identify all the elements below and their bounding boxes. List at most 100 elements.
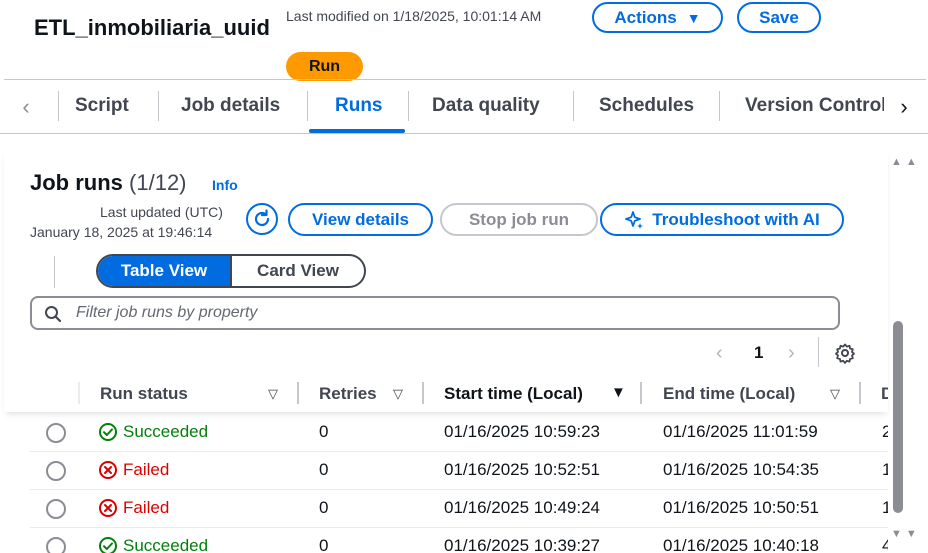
- chevron-right-icon[interactable]: ›: [894, 94, 914, 120]
- run-button[interactable]: Run: [286, 52, 363, 81]
- status-text: Succeeded: [123, 422, 209, 441]
- tab-script[interactable]: Script: [75, 95, 129, 117]
- retries-cell: 0: [319, 498, 329, 517]
- card-view-button[interactable]: Card View: [232, 256, 364, 286]
- status-badge: Succeeded: [98, 422, 208, 442]
- status-badge: Failed: [98, 460, 169, 480]
- search-icon: [45, 306, 62, 323]
- end-time-cell: 01/16/2025 10:54:35: [663, 460, 819, 479]
- x-circle-icon: [99, 499, 117, 517]
- column-divider: [422, 382, 424, 404]
- job-runs-panel: Job runs (1/12) Info Last updated (UTC) …: [4, 150, 888, 412]
- sort-caret-icon[interactable]: ▽: [830, 386, 840, 402]
- start-time-cell: 01/16/2025 10:59:23: [444, 422, 600, 441]
- chevron-left-icon[interactable]: ‹: [716, 342, 723, 365]
- tab-job-details[interactable]: Job details: [181, 95, 280, 117]
- status-badge: Succeeded: [98, 536, 208, 553]
- row-radio[interactable]: [46, 499, 66, 519]
- retries-cell: 0: [319, 460, 329, 479]
- table-row[interactable]: Failed 0 01/16/2025 10:49:24 01/16/2025 …: [30, 490, 888, 528]
- end-time-cell: 01/16/2025 10:40:18: [663, 536, 819, 553]
- column-header-run-status[interactable]: Run status: [100, 384, 188, 404]
- active-tab-indicator: [309, 129, 405, 133]
- tab-divider: [58, 91, 59, 121]
- troubleshoot-ai-button[interactable]: Troubleshoot with AI: [600, 203, 844, 236]
- scrollbar-thumb[interactable]: [893, 321, 903, 513]
- scroll-down-icon[interactable]: ▼▼: [891, 528, 921, 540]
- column-header-duration[interactable]: D: [881, 384, 888, 404]
- filter-box: [30, 296, 840, 330]
- end-time-cell: 01/16/2025 10:50:51: [663, 498, 819, 517]
- table-row[interactable]: Failed 0 01/16/2025 10:52:51 01/16/2025 …: [30, 452, 888, 490]
- run-count: (1/12): [129, 170, 187, 195]
- duration-cell: 1: [882, 460, 888, 479]
- retries-cell: 0: [319, 536, 329, 553]
- column-divider: [640, 382, 642, 404]
- column-header-start-time[interactable]: Start time (Local): [444, 384, 583, 404]
- scroll-up-icon[interactable]: ▲▲: [891, 156, 921, 168]
- sort-caret-icon[interactable]: ▽: [268, 386, 278, 402]
- status-text: Succeeded: [123, 536, 209, 553]
- view-details-button[interactable]: View details: [288, 203, 433, 236]
- end-time-cell: 01/16/2025 11:01:59: [663, 422, 818, 441]
- column-header-end-time[interactable]: End time (Local): [663, 384, 795, 404]
- table-row[interactable]: Succeeded 0 01/16/2025 10:59:23 01/16/20…: [30, 414, 888, 452]
- save-button[interactable]: Save: [737, 2, 821, 33]
- chevron-right-icon[interactable]: ›: [788, 342, 795, 365]
- start-time-cell: 01/16/2025 10:52:51: [444, 460, 600, 479]
- stop-job-run-button[interactable]: Stop job run: [440, 203, 598, 236]
- actions-button-label: Actions: [614, 7, 677, 27]
- tab-data-quality[interactable]: Data quality: [432, 95, 540, 117]
- column-header-retries[interactable]: Retries: [319, 384, 377, 404]
- last-modified-text: Last modified on 1/18/2025, 10:01:14 AM: [286, 8, 542, 24]
- pager-divider: [818, 337, 819, 367]
- column-divider: [297, 382, 299, 404]
- tab-divider: [307, 91, 308, 121]
- tab-divider: [719, 91, 720, 121]
- status-badge: Failed: [98, 498, 169, 518]
- refresh-button[interactable]: [246, 203, 278, 235]
- tab-divider: [573, 91, 574, 121]
- panel-title-text: Job runs: [30, 170, 123, 195]
- row-radio[interactable]: [46, 423, 66, 443]
- table-row[interactable]: Succeeded 0 01/16/2025 10:39:27 01/16/20…: [30, 528, 888, 553]
- filter-input[interactable]: [76, 304, 816, 322]
- page-number[interactable]: 1: [754, 343, 763, 363]
- start-time-cell: 01/16/2025 10:39:27: [444, 536, 600, 553]
- check-circle-icon: [99, 537, 117, 553]
- row-radio[interactable]: [46, 461, 66, 481]
- troubleshoot-ai-label: Troubleshoot with AI: [652, 209, 820, 229]
- refresh-icon: [254, 209, 270, 227]
- column-divider: [859, 382, 861, 404]
- actions-button[interactable]: Actions ▼: [592, 2, 723, 33]
- x-circle-icon: [99, 461, 117, 479]
- duration-cell: 4: [882, 536, 888, 553]
- job-title: ETL_inmobiliaria_uuid: [34, 15, 270, 40]
- duration-cell: 1: [882, 498, 888, 517]
- tabs-viewport: Script Job details Runs Data quality Sch…: [0, 80, 884, 134]
- start-time-cell: 01/16/2025 10:49:24: [444, 498, 600, 517]
- caret-down-icon: ▼: [686, 9, 701, 26]
- duration-cell: 2: [882, 422, 888, 441]
- panel-title: Job runs (1/12): [30, 170, 187, 196]
- sort-caret-icon[interactable]: ▽: [393, 386, 403, 402]
- sort-caret-icon[interactable]: ▼: [611, 384, 626, 401]
- sparkle-icon: [625, 210, 644, 229]
- tab-divider: [158, 91, 159, 121]
- last-updated-label: Last updated (UTC): [100, 204, 223, 220]
- last-updated-value: January 18, 2025 at 19:46:14: [30, 224, 213, 240]
- settings-gear-icon[interactable]: [834, 342, 856, 369]
- table-view-button[interactable]: Table View: [98, 256, 232, 286]
- row-radio[interactable]: [46, 537, 66, 553]
- tab-divider: [408, 91, 409, 121]
- toolbar-divider: [54, 256, 55, 288]
- tab-version-control[interactable]: Version Control: [745, 95, 884, 117]
- status-text: Failed: [123, 460, 170, 479]
- tab-bar: ‹ Script Job details Runs Data quality S…: [0, 80, 928, 134]
- tab-schedules[interactable]: Schedules: [599, 95, 694, 117]
- tab-runs[interactable]: Runs: [335, 95, 383, 117]
- info-link[interactable]: Info: [212, 177, 238, 193]
- column-divider: [78, 382, 80, 404]
- check-circle-icon: [99, 423, 117, 441]
- view-toggle: Table View Card View: [96, 254, 366, 288]
